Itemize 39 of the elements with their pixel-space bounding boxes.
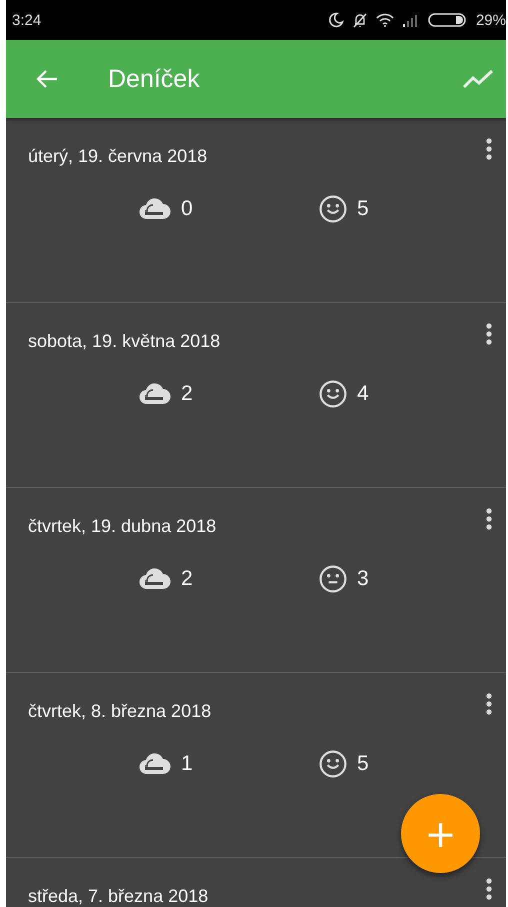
entry-date: středa, 7. března 2018: [28, 886, 208, 907]
battery-icon: [428, 12, 468, 28]
battery-percentage: 29%: [476, 12, 506, 28]
moon-icon: [328, 12, 344, 28]
back-arrow-icon: [36, 69, 58, 89]
mood-score: 3: [357, 567, 369, 591]
status-time: 3:24: [12, 12, 42, 28]
more-options-icon: [485, 323, 493, 345]
entry-date: čtvrtek, 8. března 2018: [28, 701, 212, 722]
more-options-icon: [485, 508, 493, 530]
trend-chart-icon: [462, 69, 494, 89]
smiling-face-icon: [319, 195, 347, 223]
more-options-icon: [485, 138, 493, 160]
mood-score: 5: [357, 197, 369, 221]
mood-score: 4: [357, 382, 369, 406]
smiling-face-icon: [319, 750, 347, 778]
signal-icon: [402, 13, 420, 27]
diary-entry-card[interactable]: úterý, 19. června 2018 0 5: [6, 118, 506, 303]
more-options-icon: [485, 878, 493, 900]
entry-date: úterý, 19. června 2018: [28, 146, 208, 167]
smoking-cloud-icon: [139, 383, 171, 405]
app-title: Deníček: [108, 64, 201, 94]
entry-date: sobota, 19. května 2018: [28, 331, 220, 352]
cigarette-count: 2: [181, 382, 193, 406]
mood-score: 5: [357, 752, 369, 776]
wifi-icon: [376, 13, 394, 27]
neutral-face-icon: [319, 565, 347, 593]
entry-date: čtvrtek, 19. dubna 2018: [28, 516, 216, 537]
diary-entry-card[interactable]: čtvrtek, 19. dubna 2018 2 3: [6, 488, 506, 673]
diary-entry-card[interactable]: sobota, 19. května 2018 2 4: [6, 303, 506, 488]
smoking-cloud-icon: [139, 753, 171, 775]
more-options-icon: [485, 693, 493, 715]
smoking-cloud-icon: [139, 198, 171, 220]
smiling-face-icon: [319, 380, 347, 408]
cigarette-count: 0: [181, 197, 193, 221]
cigarette-count: 1: [181, 752, 193, 776]
bell-off-icon: [352, 12, 368, 28]
cigarette-count: 2: [181, 567, 193, 591]
smoking-cloud-icon: [139, 568, 171, 590]
